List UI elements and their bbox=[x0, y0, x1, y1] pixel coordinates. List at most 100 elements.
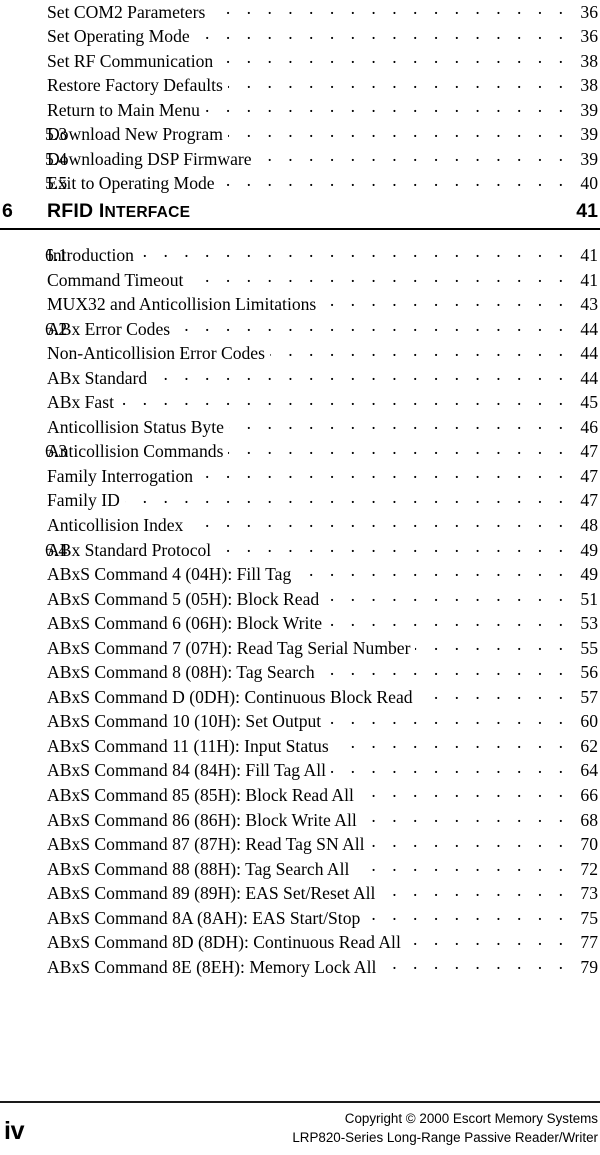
toc-entry[interactable]: Anticollision Index 48 bbox=[0, 513, 600, 538]
toc-entry[interactable]: 5.5Exit to Operating Mode 40 bbox=[0, 172, 600, 197]
toc-entry[interactable]: 6.3Anticollision Commands 47 bbox=[0, 440, 600, 465]
toc-entry[interactable]: Family Interrogation 47 bbox=[0, 464, 600, 489]
toc-entry-label: ABxS Command 8D (8DH): Continuous Read A… bbox=[47, 932, 401, 953]
toc-entry[interactable]: 6.2ABx Error Codes 44 bbox=[0, 317, 600, 342]
toc-entry[interactable]: 6.1Introduction 41 bbox=[0, 243, 600, 268]
toc-leader-dots bbox=[327, 612, 569, 630]
toc-entry-label: ABxS Command 89 (89H): EAS Set/Reset All bbox=[47, 883, 376, 904]
chapter-number: 6 bbox=[2, 200, 13, 223]
toc-entry[interactable]: 5.4Downloading DSP Firmware 39 bbox=[0, 147, 600, 172]
toc-entry[interactable]: Restore Factory Defaults 38 bbox=[0, 74, 600, 99]
toc-entry-label: ABxS Command 4 (04H): Fill Tag bbox=[47, 564, 292, 585]
toc-entry-page-number: 36 bbox=[580, 26, 598, 47]
toc-entry[interactable]: Non-Anticollision Error Codes 44 bbox=[0, 342, 600, 367]
toc-entry[interactable]: ABxS Command D (0DH): Continuous Block R… bbox=[0, 685, 600, 710]
toc-entry[interactable]: ABx Standard 44 bbox=[0, 366, 600, 391]
toc-leader-dots bbox=[228, 74, 569, 92]
toc-entry-page-number: 36 bbox=[580, 1, 598, 22]
toc-leader-dots bbox=[321, 292, 569, 310]
toc-entry-page-number: 40 bbox=[580, 173, 598, 194]
toc-entry-label: ABx Error Codes bbox=[47, 318, 171, 339]
toc-entry-page-number: 49 bbox=[580, 564, 598, 585]
toc-entry-page-number: 38 bbox=[580, 75, 598, 96]
toc-entry[interactable]: Family ID 47 bbox=[0, 489, 600, 514]
toc-leader-dots bbox=[228, 440, 569, 458]
toc-entry-page-number: 68 bbox=[580, 809, 598, 830]
toc-entry[interactable]: ABxS Command 11 (11H): Input Status 62 bbox=[0, 734, 600, 759]
toc-leader-dots bbox=[218, 49, 569, 67]
toc-entry[interactable]: Set RF Communication 38 bbox=[0, 49, 600, 74]
toc-entry-page-number: 55 bbox=[580, 637, 598, 658]
toc-leader-dots bbox=[188, 513, 569, 531]
toc-entry[interactable]: ABxS Command 4 (04H): Fill Tag 49 bbox=[0, 562, 600, 587]
toc-entry-number: 5.5 bbox=[45, 173, 68, 194]
toc-leader-dots bbox=[334, 734, 569, 752]
toc-leader-dots bbox=[370, 833, 569, 851]
toc-leader-dots bbox=[188, 268, 569, 286]
toc-entry-page-number: 73 bbox=[580, 883, 598, 904]
toc-entry-label: Non-Anticollision Error Codes bbox=[47, 343, 265, 364]
toc-entry[interactable]: ABxS Command 10 (10H): Set Output 60 bbox=[0, 710, 600, 735]
toc-entry[interactable]: MUX32 and Anticollision Limitations 43 bbox=[0, 292, 600, 317]
toc-leader-dots bbox=[175, 317, 569, 335]
toc-entry-label: ABxS Command 87 (87H): Read Tag SN All bbox=[47, 834, 365, 855]
toc-entry[interactable]: ABxS Command 7 (07H): Read Tag Serial Nu… bbox=[0, 636, 600, 661]
toc-entry-number: 6.1 bbox=[45, 244, 68, 265]
toc-entry[interactable]: ABxS Command 87 (87H): Read Tag SN All 70 bbox=[0, 833, 600, 858]
chapter-heading-row[interactable]: 6 RFID INTERFACE 41 bbox=[0, 196, 600, 226]
toc-entry[interactable]: ABxS Command 85 (85H): Block Read All 66 bbox=[0, 783, 600, 808]
toc-entry[interactable]: ABxS Command 8 (08H): Tag Search 56 bbox=[0, 661, 600, 686]
toc-entry[interactable]: 5.3Download New Program 39 bbox=[0, 123, 600, 148]
toc-entry[interactable]: ABxS Command 8E (8EH): Memory Lock All 79 bbox=[0, 955, 600, 980]
toc-entry-page-number: 47 bbox=[580, 465, 598, 486]
toc-entry[interactable]: ABxS Command 88 (88H): Tag Search All 72 bbox=[0, 857, 600, 882]
copyright-block: Copyright © 2000 Escort Memory Systems L… bbox=[292, 1109, 598, 1147]
toc-entry[interactable]: ABxS Command 84 (84H): Fill Tag All 64 bbox=[0, 759, 600, 784]
toc-leader-dots bbox=[362, 808, 569, 826]
toc-entry-label: Downloading DSP Firmware bbox=[47, 148, 252, 169]
toc-entry[interactable]: Return to Main Menu 39 bbox=[0, 98, 600, 123]
toc-entry-label: Set RF Communication bbox=[47, 50, 214, 71]
toc-entry-label: ABxS Command 86 (86H): Block Write All bbox=[47, 809, 357, 830]
toc-entry[interactable]: ABx Fast 45 bbox=[0, 391, 600, 416]
toc-entry-page-number: 43 bbox=[580, 294, 598, 315]
toc-entry-page-number: 45 bbox=[580, 392, 598, 413]
toc-entry-number: 5.3 bbox=[45, 124, 68, 145]
toc-leader-dots bbox=[257, 147, 569, 165]
toc-leader-dots bbox=[380, 882, 569, 900]
toc-entry[interactable]: Set COM2 Parameters 36 bbox=[0, 0, 600, 25]
toc-leader-dots bbox=[195, 25, 569, 43]
toc-entry-page-number: 46 bbox=[580, 416, 598, 437]
toc-entry-page-number: 72 bbox=[580, 858, 598, 879]
toc-leader-dots bbox=[270, 342, 569, 360]
toc-entry-page-number: 44 bbox=[580, 343, 598, 364]
toc-entry-label: ABxS Command 84 (84H): Fill Tag All bbox=[47, 760, 326, 781]
toc-leader-dots bbox=[139, 243, 569, 261]
toc-entry-label: ABx Fast bbox=[47, 392, 114, 413]
toc-entry[interactable]: Set Operating Mode 36 bbox=[0, 25, 600, 50]
table-of-contents: Set COM2 Parameters 36 Set Operating Mode 3… bbox=[0, 0, 600, 980]
toc-entry-page-number: 64 bbox=[580, 760, 598, 781]
toc-entry[interactable]: 6.4ABx Standard Protocol 49 bbox=[0, 538, 600, 563]
toc-entry-page-number: 48 bbox=[580, 514, 598, 535]
toc-leader-dots bbox=[152, 366, 569, 384]
toc-entry[interactable]: Anticollision Status Byte 46 bbox=[0, 415, 600, 440]
toc-entry[interactable]: ABxS Command 86 (86H): Block Write All 68 bbox=[0, 808, 600, 833]
toc-entry-label: Command Timeout bbox=[47, 269, 184, 290]
toc-entry-page-number: 38 bbox=[580, 50, 598, 71]
toc-leader-dots bbox=[415, 636, 569, 654]
toc-leader-dots bbox=[381, 955, 569, 973]
toc-entry[interactable]: ABxS Command 6 (06H): Block Write 53 bbox=[0, 612, 600, 637]
chapter-title: RFID INTERFACE bbox=[47, 200, 570, 223]
toc-entry[interactable]: Command Timeout 41 bbox=[0, 268, 600, 293]
toc-entry[interactable]: ABxS Command 5 (05H): Block Read 51 bbox=[0, 587, 600, 612]
toc-entry[interactable]: ABxS Command 89 (89H): EAS Set/Reset All… bbox=[0, 882, 600, 907]
copyright-line-2: LRP820-Series Long-Range Passive Reader/… bbox=[292, 1130, 598, 1145]
toc-entry-label: Family Interrogation bbox=[47, 465, 194, 486]
toc-entry-label: Anticollision Index bbox=[47, 514, 184, 535]
toc-entry[interactable]: ABxS Command 8A (8AH): EAS Start/Stop 75 bbox=[0, 906, 600, 931]
toc-entry-label: ABxS Command 88 (88H): Tag Search All bbox=[47, 858, 350, 879]
toc-entry-page-number: 44 bbox=[580, 318, 598, 339]
toc-entry[interactable]: ABxS Command 8D (8DH): Continuous Read A… bbox=[0, 931, 600, 956]
toc-entry-label: Set Operating Mode bbox=[47, 26, 190, 47]
